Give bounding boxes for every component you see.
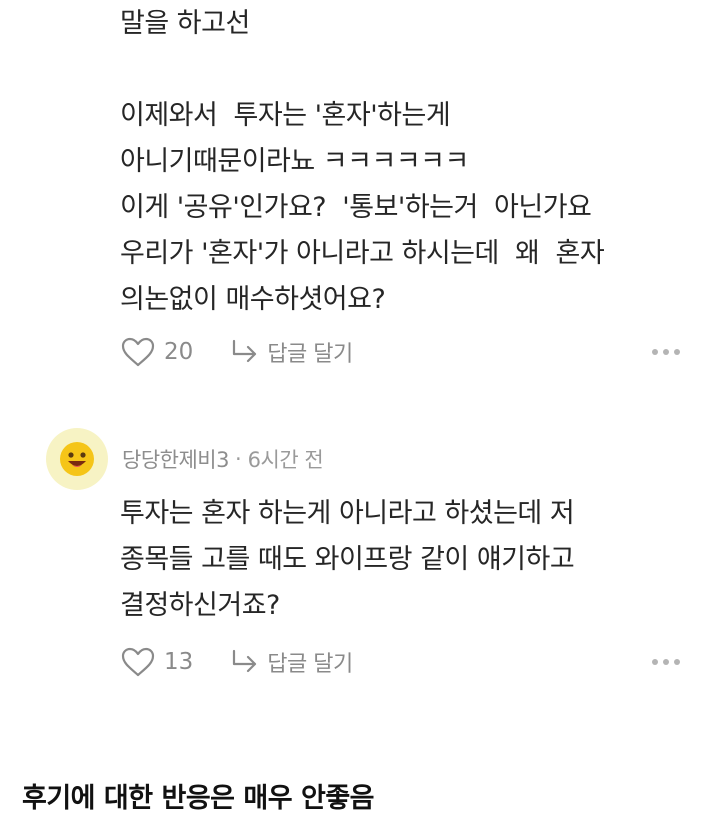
like-button[interactable]: 13	[120, 646, 193, 678]
comment-2-text: 투자는 혼자 하는게 아니라고 하셨는데 저 종목들 고를 때도 와이프랑 같이…	[120, 491, 575, 629]
like-count: 13	[164, 649, 194, 675]
reply-button[interactable]: 답글 달기	[229, 336, 353, 368]
comment-1-line: 이제와서 투자는 '혼자'하는게	[120, 100, 451, 131]
comment-1-line: 아니기때문이라뇨 ㅋㅋㅋㅋㅋㅋ	[120, 146, 469, 177]
meta-separator: ·	[234, 447, 242, 471]
footer-title: 후기에 대한 반응은 매우 안좋음	[22, 783, 375, 814]
comment-1-line	[120, 47, 604, 93]
more-dots-icon[interactable]	[646, 653, 680, 671]
like-count: 20	[164, 339, 194, 365]
comment-2-line: 투자는 혼자 하는게 아니라고 하셨는데 저	[120, 498, 575, 529]
comment-2-header: 당당한제비3 · 6시간 전	[46, 428, 324, 490]
comment-1-text: 말을 하고선 이제와서 투자는 '혼자'하는게 아니기때문이라뇨 ㅋㅋㅋㅋㅋㅋ …	[120, 1, 605, 323]
comment-1-line: 이게 '공유'인가요? '통보'하는거 아닌가요	[120, 192, 592, 223]
like-button[interactable]: 20	[120, 336, 193, 368]
smiley-face-icon	[60, 442, 94, 476]
comment-author[interactable]: 당당한제비3	[122, 444, 229, 474]
comment-1-actions: 20 답글 달기	[120, 332, 680, 372]
heart-outline-icon	[121, 337, 155, 367]
heart-outline-icon	[121, 647, 155, 677]
more-dots-icon[interactable]	[646, 343, 680, 361]
comment-1-line: 의논없이 매수하셧어요?	[120, 284, 386, 315]
comment-2-line: 종목들 고를 때도 와이프랑 같이 얘기하고	[120, 544, 575, 575]
comment-1-line: 말을 하고선	[120, 8, 250, 39]
reply-arrow-icon	[233, 339, 257, 363]
comment-time: 6시간 전	[247, 448, 324, 472]
reply-label: 답글 달기	[267, 342, 353, 367]
reply-label: 답글 달기	[267, 652, 353, 677]
avatar[interactable]	[46, 428, 108, 490]
comment-2-actions: 13 답글 달기	[120, 642, 680, 682]
reply-arrow-icon	[233, 649, 257, 673]
reply-button[interactable]: 답글 달기	[229, 646, 353, 678]
comment-1-line: 우리가 '혼자'가 아니라고 하시는데 왜 혼자	[120, 238, 605, 269]
comment-2-line: 결정하신거죠?	[120, 590, 280, 621]
